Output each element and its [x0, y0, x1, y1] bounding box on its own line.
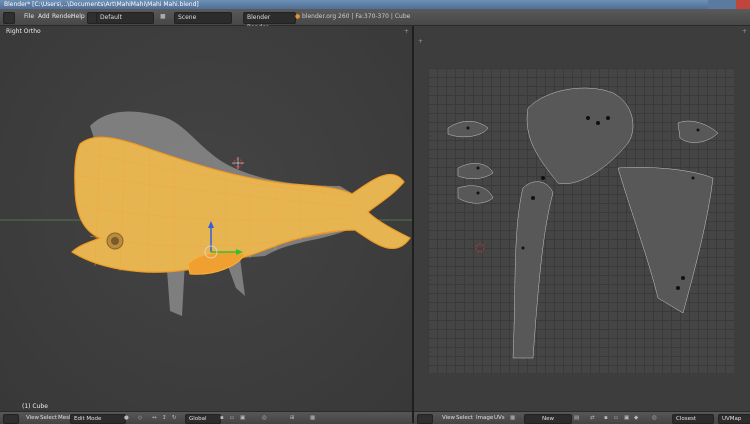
edge-select-icon[interactable]: ▫ — [230, 414, 234, 422]
manipulator-toggle-icon[interactable]: ↔ — [152, 414, 157, 422]
uv-sync-icon[interactable]: ⇄ — [590, 414, 595, 422]
menu-image[interactable]: Image — [476, 414, 493, 422]
uv-vertex-select-icon[interactable]: ▪ — [604, 414, 608, 422]
menu-select-uv[interactable]: Select — [456, 414, 473, 422]
proportional-edit-icon[interactable]: ◎ — [262, 414, 267, 422]
fish-model — [0, 111, 412, 316]
scene-select[interactable]: Scene — [174, 12, 232, 24]
uv-corner-icon[interactable]: + — [418, 38, 423, 45]
pivot-icon[interactable]: ◇ — [138, 414, 142, 422]
menu-uvs[interactable]: UVs — [494, 414, 505, 422]
uv-island-select-icon[interactable]: ◆ — [634, 414, 638, 422]
uv-island-tail — [617, 167, 714, 314]
image-browse-icon[interactable]: ▦ — [510, 414, 515, 422]
uv-corner-icon-right[interactable]: + — [742, 28, 747, 35]
layers-icon[interactable]: ▦ — [310, 414, 315, 422]
screen-select[interactable]: Default — [96, 12, 154, 24]
3d-viewport[interactable]: Right Ortho + (1) Cube — [0, 26, 412, 411]
uv-islands — [447, 87, 719, 359]
uv-edge-select-icon[interactable]: ▫ — [614, 414, 618, 422]
open-image-icon[interactable]: ▤ — [574, 414, 579, 422]
menu-add[interactable]: Add — [38, 12, 50, 22]
snap-icon[interactable]: ⊞ — [290, 414, 295, 422]
uv-editor-header: View Select Image UVs ▦ New ▤ ⇄ ▪ ▫ ▣ ◆ … — [414, 411, 750, 424]
uv-island-body-top — [526, 87, 634, 185]
vertex-select-icon[interactable]: ▪ — [220, 414, 224, 422]
scene-icon: ■ — [160, 13, 166, 20]
blender-logo-icon: ● — [295, 13, 301, 20]
uv-island-lower — [512, 181, 554, 359]
uv-island-fin-4 — [677, 120, 719, 143]
close-button[interactable] — [736, 0, 750, 9]
window-titlebar: Blender* [C:\Users\...\Documents\Art\Mah… — [0, 0, 750, 9]
menu-select-3d[interactable]: Select — [40, 414, 57, 422]
maximize-button[interactable] — [722, 0, 736, 9]
rotate-icon[interactable]: ↻ — [172, 414, 177, 422]
3d-viewport-header: View Select Mesh Edit Mode ● ◇ ↔ ↕ ↻ Glo… — [0, 411, 412, 424]
menu-help[interactable]: Help — [71, 12, 85, 22]
object-label: (1) Cube — [22, 403, 48, 410]
uv-face-select-icon[interactable]: ▣ — [624, 414, 629, 422]
menu-file[interactable]: File — [24, 12, 34, 22]
render-engine-select[interactable]: Blender Render — [243, 12, 296, 31]
menu-view-uv[interactable]: View — [442, 414, 455, 422]
window-title: Blender* [C:\Users\...\Documents\Art\Mah… — [4, 1, 199, 8]
uv-cursor-icon[interactable] — [475, 243, 485, 253]
uv-pivot-icon[interactable]: ◎ — [652, 414, 657, 422]
face-select-icon[interactable]: ▣ — [240, 414, 245, 422]
editor-type-icon[interactable] — [3, 12, 15, 24]
uv-island-fin-2 — [457, 163, 494, 179]
minimize-button[interactable] — [708, 0, 722, 9]
uv-island-fin-3 — [457, 185, 494, 204]
info-header: File Add Render Help Default ■ Scene Ble… — [0, 9, 750, 31]
menu-view-3d[interactable]: View — [26, 414, 39, 422]
translate-icon[interactable]: ↕ — [162, 414, 167, 422]
shading-icon[interactable]: ● — [124, 414, 129, 422]
info-stats: blender.org 260 | Fa:370-370 | Cube — [302, 13, 411, 20]
